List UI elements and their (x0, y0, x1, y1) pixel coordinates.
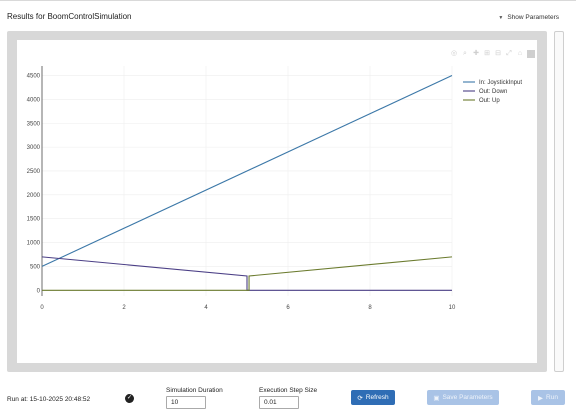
y-tick-label: 1500 (27, 217, 41, 223)
x-tick-label: 10 (449, 305, 456, 311)
autoscale-icon[interactable]: ⤢ (505, 50, 513, 58)
legend-label-0: In: JoystickInput (479, 80, 522, 86)
zoom-icon[interactable]: ⌕ (461, 50, 469, 58)
save-parameters-button[interactable]: ▣ Save Parameters (427, 390, 499, 405)
y-tick-label: 4500 (27, 74, 41, 80)
execution-step-size-label: Execution Step Size (259, 387, 318, 394)
footer-bar: Run at: 15-10-2025 20:48:52 ✓ Simulation… (0, 376, 576, 416)
chart-modebar: ◎ ⌕ ✚ ⊞ ⊟ ⤢ ⌂ ▦ (450, 50, 535, 58)
reset-axes-icon[interactable]: ⌂ (516, 50, 524, 58)
refresh-label: Refresh (365, 394, 389, 401)
vertical-scrollbar[interactable] (554, 31, 564, 372)
x-tick-label: 2 (122, 305, 126, 311)
line-chart: 0 2 4 6 8 10 0 500 1000 1500 2000 2500 3000 3500 4000 4… (27, 66, 522, 311)
plotly-logo-icon[interactable]: ▦ (527, 50, 535, 58)
results-panel: ◎ ⌕ ✚ ⊞ ⊟ ⤢ ⌂ ▦ 0 2 4 6 8 10 0 500 1000 1500 2000 2… (7, 31, 547, 372)
caret-down-icon: ▼ (498, 14, 504, 21)
execution-step-size-input[interactable] (259, 396, 299, 409)
legend-label-1: Out: Down (479, 89, 507, 95)
show-parameters-label: Show Parameters (507, 14, 559, 21)
check-circle-icon: ✓ (125, 394, 134, 403)
legend-label-2: Out: Up (479, 98, 500, 104)
y-tick-label: 2500 (27, 169, 41, 175)
play-icon: ▶ (538, 394, 544, 402)
zoom-out-icon[interactable]: ⊟ (494, 50, 502, 58)
pan-icon[interactable]: ✚ (472, 50, 480, 58)
y-tick-label: 0 (37, 288, 41, 294)
x-tick-label: 8 (368, 305, 372, 311)
refresh-icon: ⟳ (357, 394, 363, 402)
y-tick-label: 500 (30, 264, 41, 270)
refresh-button[interactable]: ⟳ Refresh (351, 390, 395, 405)
y-tick-label: 2000 (27, 193, 41, 199)
y-tick-label: 1000 (27, 241, 41, 247)
run-timestamp: Run at: 15-10-2025 20:48:52 (7, 396, 91, 403)
save-parameters-label: Save Parameters (442, 394, 493, 401)
page-title: Results for BoomControlSimulation (7, 12, 132, 21)
simulation-duration-input[interactable] (166, 396, 206, 409)
series-line-1 (41, 256, 452, 291)
show-parameters-toggle[interactable]: ▼ Show Parameters (498, 14, 559, 21)
save-icon: ▣ (433, 394, 440, 402)
run-label: Run (546, 394, 558, 401)
y-tick-label: 4000 (27, 97, 41, 103)
x-tick-label: 4 (204, 305, 208, 311)
camera-icon[interactable]: ◎ (450, 50, 458, 58)
top-divider (0, 0, 576, 1)
chart-container: ◎ ⌕ ✚ ⊞ ⊟ ⤢ ⌂ ▦ 0 2 4 6 8 10 0 500 1000 1500 2000 2… (17, 40, 537, 363)
run-button[interactable]: ▶ Run (531, 390, 565, 405)
x-tick-label: 0 (40, 305, 44, 311)
y-tick-label: 3000 (27, 145, 41, 151)
y-tick-label: 3500 (27, 121, 41, 127)
zoom-in-icon[interactable]: ⊞ (483, 50, 491, 58)
simulation-duration-label: Simulation Duration (166, 387, 223, 394)
x-tick-label: 6 (286, 305, 290, 311)
